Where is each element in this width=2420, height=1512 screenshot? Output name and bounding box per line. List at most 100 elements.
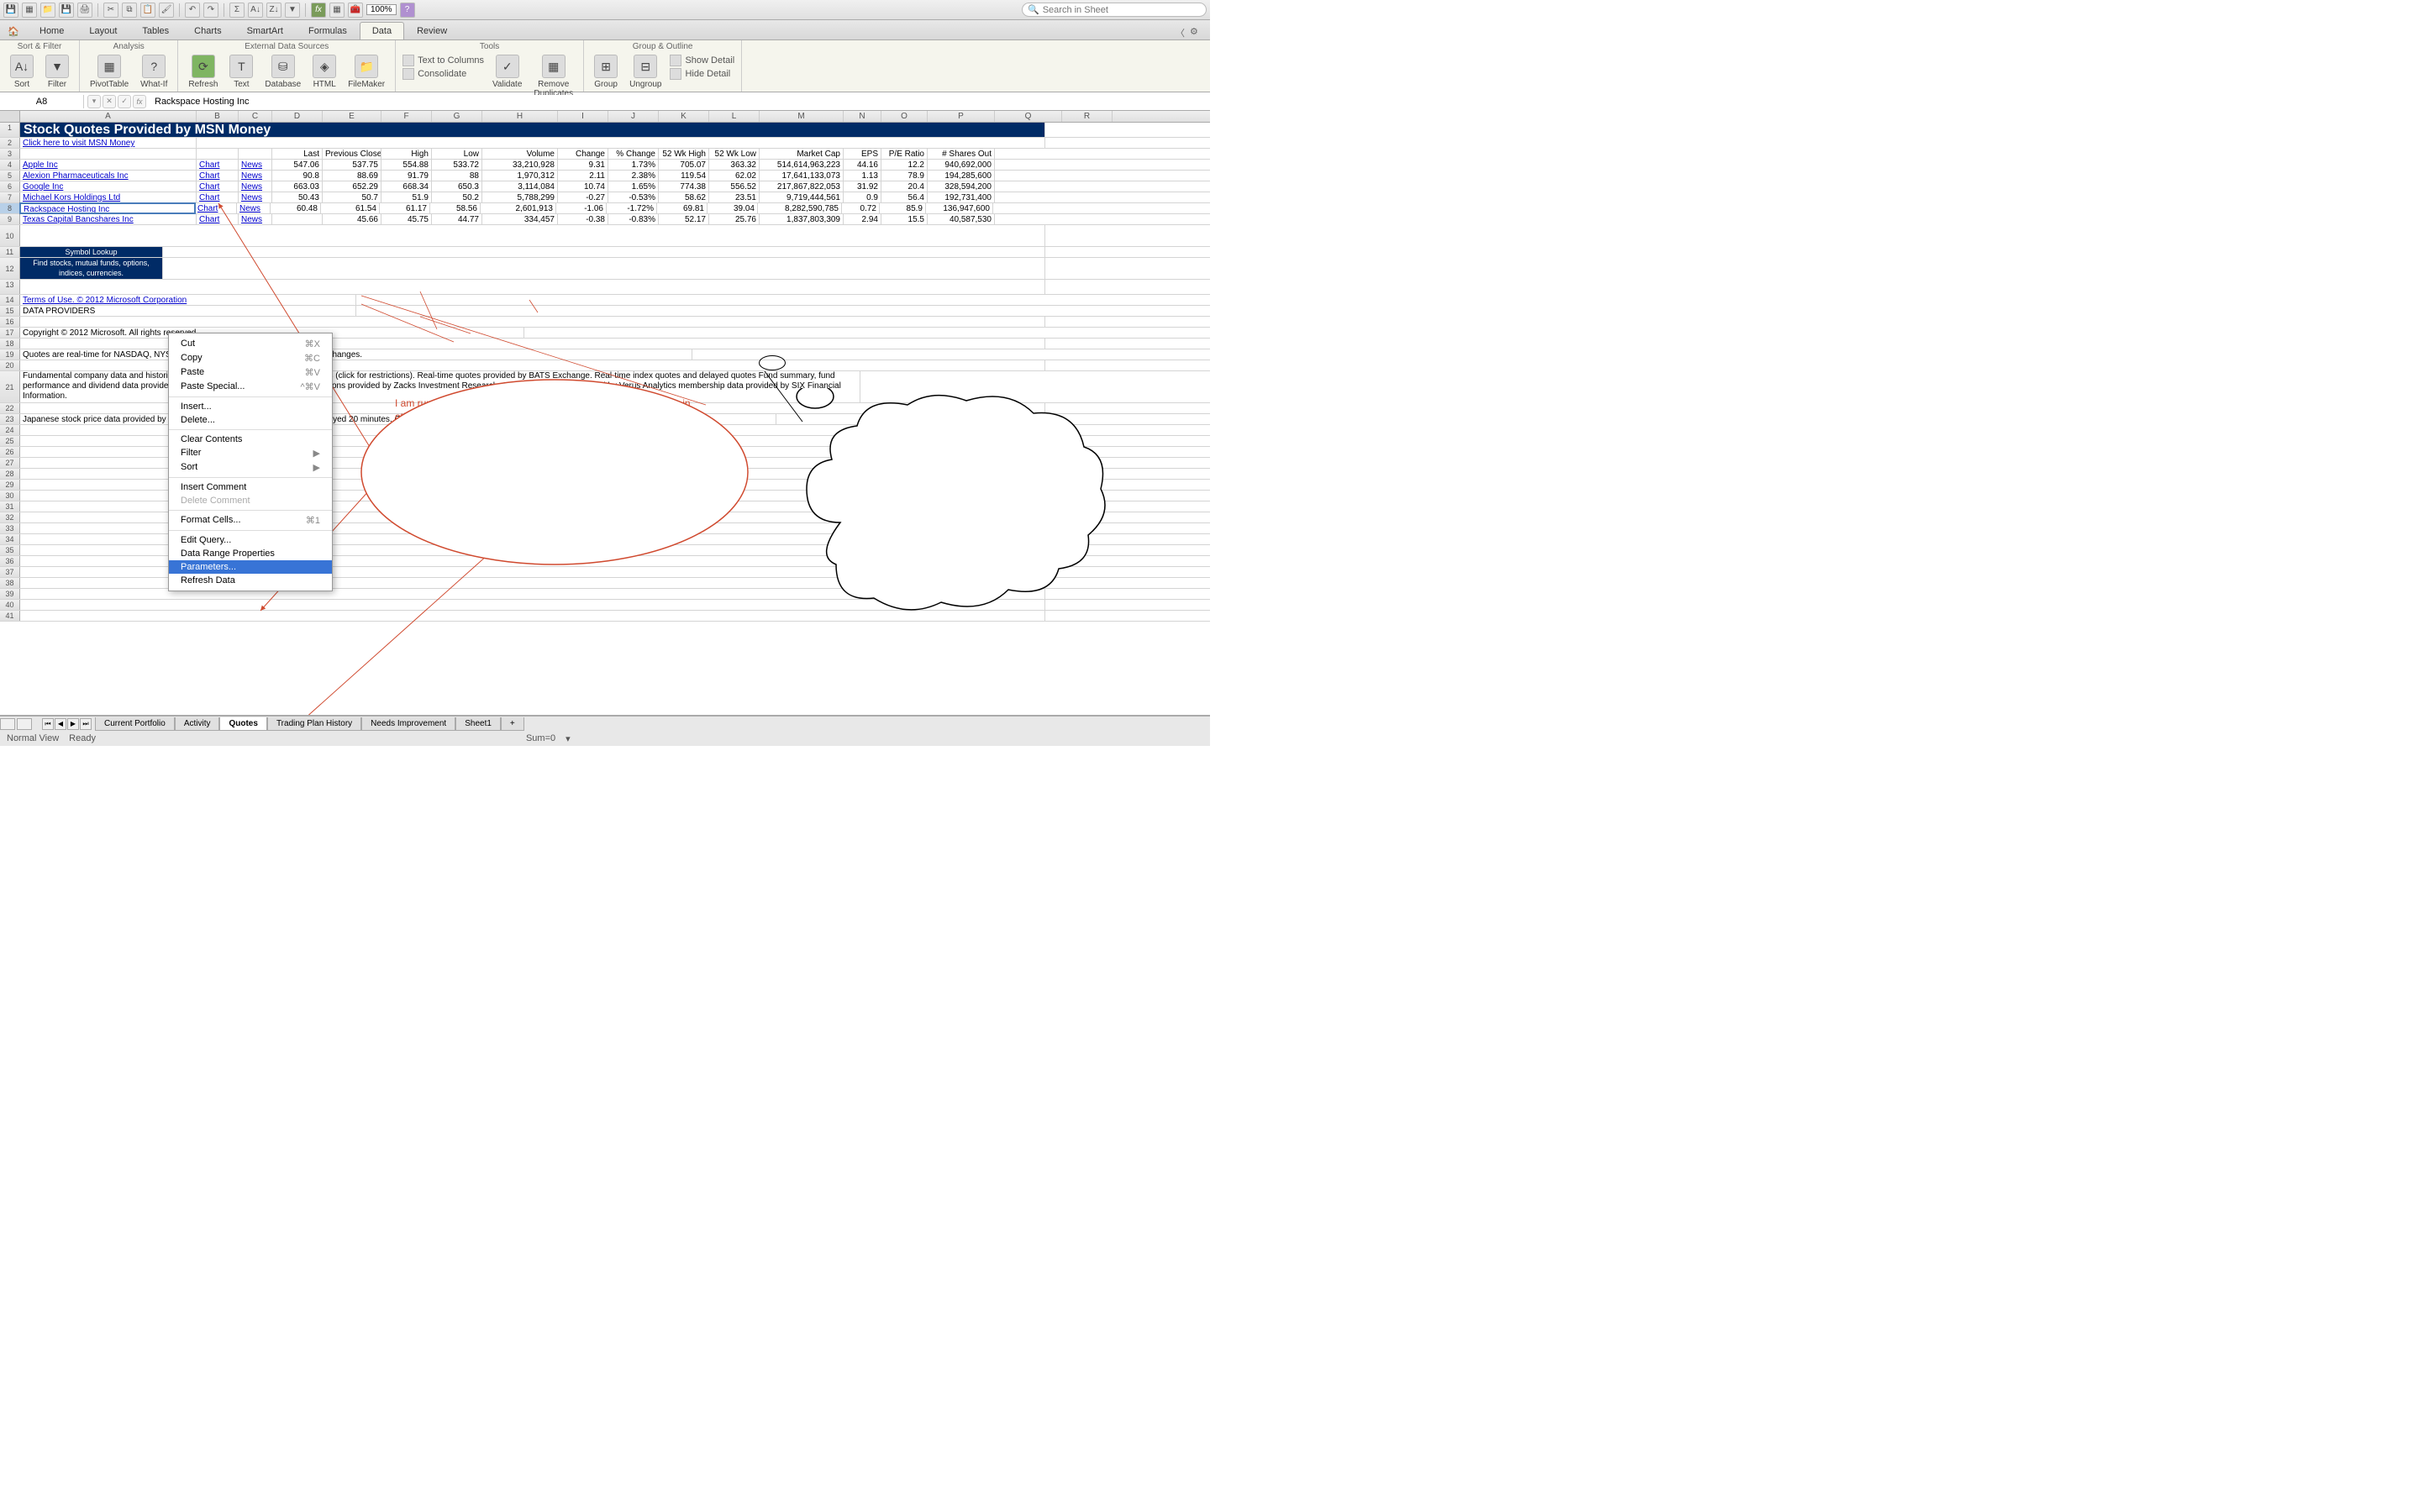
prev-tab-icon[interactable]: ◀ <box>55 718 66 730</box>
menu-copy[interactable]: Copy⌘C <box>169 351 332 365</box>
validate-button[interactable]: ✓Validate <box>489 53 525 91</box>
stock-link[interactable]: Michael Kors Holdings Ltd <box>20 192 197 202</box>
sort-button[interactable]: A↓Sort <box>7 53 37 91</box>
menu-clear-contents[interactable]: Clear Contents <box>169 433 332 446</box>
first-tab-icon[interactable]: ⏮ <box>42 718 54 730</box>
refresh-button[interactable]: ⟳Refresh <box>185 53 221 91</box>
status-dropdown-icon[interactable]: ▾ <box>566 733 571 744</box>
menu-cut[interactable]: Cut⌘X <box>169 337 332 351</box>
tab-smartart[interactable]: SmartArt <box>234 22 296 39</box>
tab-charts[interactable]: Charts <box>182 22 234 39</box>
tab-home[interactable]: Home <box>27 22 76 39</box>
tab-current-portfolio[interactable]: Current Portfolio <box>95 717 175 731</box>
next-tab-icon[interactable]: ▶ <box>67 718 79 730</box>
fx-small-icon[interactable]: fx <box>133 95 146 108</box>
autosum-icon[interactable]: Σ <box>229 3 245 18</box>
sort-asc-icon[interactable]: A↓ <box>248 3 263 18</box>
tab-needs-improvement[interactable]: Needs Improvement <box>361 717 455 731</box>
menu-delete-comment[interactable]: Delete Comment <box>169 494 332 507</box>
normal-view-icon[interactable] <box>0 718 15 730</box>
oval-shape-1[interactable] <box>759 355 786 370</box>
text-button[interactable]: TText <box>226 53 256 91</box>
menu-delete-[interactable]: Delete... <box>169 413 332 427</box>
stock-link[interactable]: Google Inc <box>20 181 197 192</box>
group-button[interactable]: ⊞Group <box>591 53 621 91</box>
menu-data-range-properties[interactable]: Data Range Properties <box>169 547 332 560</box>
menu-edit-query-[interactable]: Edit Query... <box>169 533 332 547</box>
fx-icon[interactable]: fx <box>311 3 326 18</box>
tab-layout[interactable]: Layout <box>76 22 129 39</box>
last-tab-icon[interactable]: ⏭ <box>80 718 92 730</box>
format-painter-icon[interactable]: 🖌 <box>159 3 174 18</box>
filemaker-button[interactable]: 📁FileMaker <box>345 53 388 91</box>
sheet-tabs-bar: ⏮ ◀ ▶ ⏭ Current Portfolio Activity Quote… <box>0 716 1210 731</box>
menu-sort[interactable]: Sort▶ <box>169 460 332 475</box>
tab-activity[interactable]: Activity <box>175 717 220 731</box>
consolidate[interactable]: Consolidate <box>402 68 484 80</box>
pivottable-button[interactable]: ▦PivotTable <box>87 53 132 91</box>
terms-link[interactable]: Terms of Use. © 2012 Microsoft Corporati… <box>20 295 356 305</box>
save-icon[interactable]: 💾 <box>3 3 18 18</box>
undo-icon[interactable]: ↶ <box>185 3 200 18</box>
filter-button[interactable]: ▼Filter <box>42 53 72 91</box>
cut-icon[interactable]: ✂ <box>103 3 118 18</box>
gear-icon[interactable]: ⚙ <box>1190 26 1203 39</box>
tab-sheet1[interactable]: Sheet1 <box>455 717 501 731</box>
html-button[interactable]: ◈HTML <box>309 53 339 91</box>
col-A[interactable]: A <box>20 111 197 122</box>
search-input[interactable] <box>1043 5 1201 15</box>
tab-tables[interactable]: Tables <box>129 22 182 39</box>
copy-icon[interactable]: ⧉ <box>122 3 137 18</box>
search-in-sheet[interactable]: 🔍 <box>1022 3 1207 17</box>
page-layout-view-icon[interactable] <box>17 718 32 730</box>
add-sheet-button[interactable]: + <box>501 717 524 731</box>
save-as-icon[interactable]: 💾 <box>59 3 74 18</box>
cancel-icon[interactable]: ✕ <box>103 95 116 108</box>
print-icon[interactable]: 🖨 <box>77 3 92 18</box>
stock-link[interactable]: Apple Inc <box>20 160 197 170</box>
open-icon[interactable]: 📁 <box>40 3 55 18</box>
menu-paste[interactable]: Paste⌘V <box>169 365 332 380</box>
collapse-ribbon-icon[interactable]: 〈 <box>1176 26 1185 39</box>
remove-duplicates-button[interactable]: ▦Remove Duplicates <box>530 53 576 100</box>
stock-link[interactable]: Texas Capital Bancshares Inc <box>20 214 197 224</box>
menu-parameters-[interactable]: Parameters... <box>169 560 332 574</box>
menu-insert-[interactable]: Insert... <box>169 400 332 413</box>
home-icon[interactable]: 🏠 <box>3 23 24 39</box>
menu-insert-comment[interactable]: Insert Comment <box>169 480 332 494</box>
select-all-corner[interactable] <box>0 111 20 122</box>
tab-trading-plan[interactable]: Trading Plan History <box>267 717 361 731</box>
stock-link[interactable]: Alexion Pharmaceuticals Inc <box>20 171 197 181</box>
msn-link[interactable]: Click here to visit MSN Money <box>20 138 197 148</box>
menu-refresh-data[interactable]: Refresh Data <box>169 574 332 587</box>
sheet-area[interactable]: ABCDEFGHIJKLMNOPQR 1Stock Quotes Provide… <box>0 111 1210 716</box>
show-detail[interactable]: Show Detail <box>670 55 734 66</box>
redo-icon[interactable]: ↷ <box>203 3 218 18</box>
filter-small-icon[interactable]: ▼ <box>285 3 300 18</box>
tab-formulas[interactable]: Formulas <box>296 22 360 39</box>
menu-format-cells-[interactable]: Format Cells...⌘1 <box>169 513 332 528</box>
formula-input[interactable] <box>150 95 1210 108</box>
paste-icon[interactable]: 📋 <box>140 3 155 18</box>
menu-paste-special-[interactable]: Paste Special...^⌘V <box>169 380 332 394</box>
stock-link[interactable]: Rackspace Hosting Inc <box>19 202 196 214</box>
tab-quotes[interactable]: Quotes <box>219 717 266 731</box>
zoom-percent[interactable]: 100% <box>366 4 397 15</box>
dropdown-icon[interactable]: ▾ <box>87 95 101 108</box>
text-to-columns[interactable]: Text to Columns <box>402 55 484 66</box>
ungroup-button[interactable]: ⊟Ungroup <box>626 53 665 91</box>
hide-detail[interactable]: Hide Detail <box>670 68 734 80</box>
whatif-button[interactable]: ?What-If <box>137 53 171 91</box>
sort-desc-icon[interactable]: Z↓ <box>266 3 281 18</box>
symbol-lookup[interactable]: Symbol Lookup <box>20 247 163 257</box>
tab-review[interactable]: Review <box>404 22 460 39</box>
toolbox-icon[interactable]: 🧰 <box>348 3 363 18</box>
accept-icon[interactable]: ✓ <box>118 95 131 108</box>
show-formulas-icon[interactable]: ▦ <box>329 3 345 18</box>
help-icon[interactable]: ? <box>400 3 415 18</box>
tab-data[interactable]: Data <box>360 22 404 39</box>
database-button[interactable]: ⛁Database <box>261 53 304 91</box>
menu-filter[interactable]: Filter▶ <box>169 446 332 460</box>
new-icon[interactable]: ▦ <box>22 3 37 18</box>
name-box[interactable]: A8 <box>0 95 84 108</box>
